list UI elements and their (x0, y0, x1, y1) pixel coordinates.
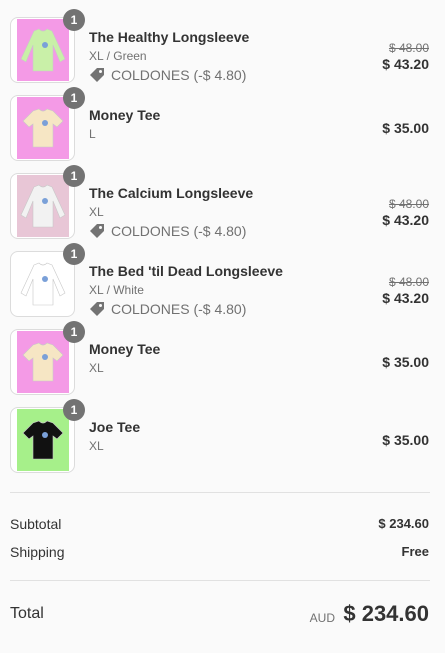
quantity-badge: 1 (63, 165, 85, 187)
product-price: $ 43.20 (382, 212, 429, 228)
cart-item: 1 The Bed 'til Dead Longsleeve XL / White C… (10, 243, 430, 317)
quantity-badge: 1 (63, 399, 85, 421)
product-price: $ 35.00 (382, 120, 429, 136)
tshirt-icon (17, 175, 69, 237)
tshirt-icon (17, 253, 69, 315)
product-name: Joe Tee (89, 419, 141, 435)
quantity-badge: 1 (63, 321, 85, 343)
product-price: $ 43.20 (382, 290, 429, 306)
shipping-label: Shipping (10, 544, 65, 560)
quantity-badge: 1 (63, 9, 85, 31)
tag-icon (90, 302, 104, 316)
product-image (17, 175, 69, 237)
discount-label: COLDONES (-$ 4.80) (111, 67, 247, 83)
cart-item: 1 The Healthy Longsleeve XL / Green COLDONE… (10, 9, 430, 83)
product-image (17, 409, 69, 471)
product-image (17, 253, 69, 315)
product-price: $ 35.00 (382, 354, 429, 370)
quantity-badge: 1 (63, 87, 85, 109)
product-variant: XL / White (89, 283, 144, 297)
product-price: $ 35.00 (382, 432, 429, 448)
cart-item: 1 The Calcium Longsleeve XL COLDONES (-$ 4.… (10, 165, 430, 239)
product-image (17, 19, 69, 81)
product-image (17, 97, 69, 159)
cart-item: 1 Money Tee XL $ 35.00 (10, 321, 430, 395)
discount-code: COLDONES (-$ 4.80) (89, 301, 246, 317)
subtotal-label: Subtotal (10, 516, 62, 532)
original-price: $ 48.00 (388, 275, 429, 289)
tshirt-icon (17, 19, 69, 81)
discount-code: COLDONES (-$ 4.80) (89, 223, 246, 239)
subtotal-value: $ 234.60 (378, 516, 429, 531)
product-name: The Calcium Longsleeve (89, 185, 254, 201)
currency-code: AUD (309, 611, 335, 625)
total-label: Total (10, 605, 44, 622)
divider (10, 580, 430, 581)
product-variant: XL (89, 205, 104, 219)
product-name: Money Tee (89, 107, 161, 123)
discount-label: COLDONES (-$ 4.80) (111, 223, 247, 239)
discount-label: COLDONES (-$ 4.80) (111, 301, 247, 317)
product-image (17, 331, 69, 393)
product-price: $ 43.20 (382, 56, 429, 72)
tshirt-icon (17, 409, 69, 471)
total-value: $ 234.60 (343, 601, 429, 626)
quantity-badge: 1 (63, 243, 85, 265)
tag-icon (90, 68, 104, 82)
product-variant: L (89, 127, 96, 141)
tshirt-icon (17, 331, 69, 393)
product-variant: XL (89, 439, 104, 453)
cart-item: 1 Money Tee L $ 35.00 (10, 87, 430, 161)
original-price: $ 48.00 (388, 197, 429, 211)
tshirt-icon (17, 97, 69, 159)
product-name: The Healthy Longsleeve (89, 29, 250, 45)
tag-icon (90, 224, 104, 238)
discount-code: COLDONES (-$ 4.80) (89, 67, 246, 83)
divider (10, 492, 430, 493)
original-price: $ 48.00 (388, 41, 429, 55)
product-name: Money Tee (89, 341, 161, 357)
shipping-value: Free (401, 544, 429, 559)
product-name: The Bed 'til Dead Longsleeve (89, 263, 283, 279)
product-variant: XL (89, 361, 104, 375)
cart-item: 1 Joe Tee XL $ 35.00 (10, 399, 430, 473)
product-variant: XL / Green (89, 49, 147, 63)
